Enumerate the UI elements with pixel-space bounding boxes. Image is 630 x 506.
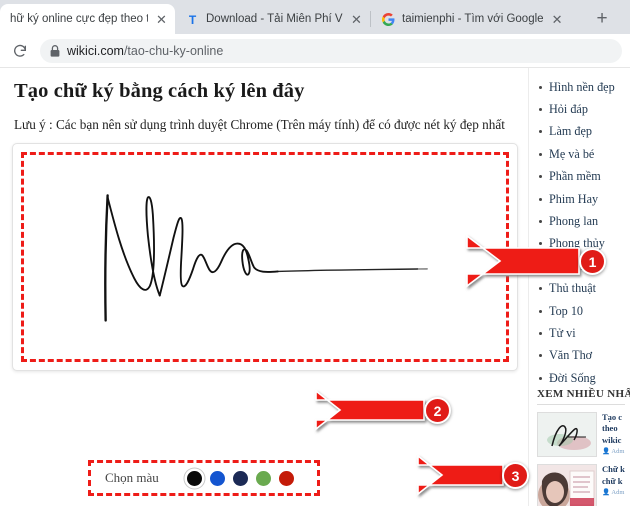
browser-window: hữ ký online cực đẹp theo t ✕ T Download… (0, 0, 630, 506)
sidebar-item-label: Làm đẹp (549, 124, 592, 139)
sidebar-item-label: Mẹ và bé (549, 146, 595, 161)
most-viewed-item[interactable]: Tạo c theo wikic 👤 Adm (537, 412, 630, 457)
most-viewed-section: XEM NHIỀU NHẤT Tạo c theo wikic 👤 Adm Ch… (537, 388, 630, 506)
browser-toolbar: wikici.com/tao-chu-ky-online (0, 34, 630, 68)
bullet-icon (539, 85, 542, 89)
tab-title: taimienphi - Tìm với Google (402, 13, 544, 25)
bullet-icon (539, 108, 542, 112)
color-picker: Chọn màu (91, 463, 317, 493)
sidebar-item-phong-lan[interactable]: Phong lan (539, 210, 630, 232)
sidebar-item-doi-song[interactable]: Đời Sống (539, 367, 630, 389)
color-swatch-red[interactable] (278, 470, 294, 486)
annotation-badge-3: 3 (502, 462, 529, 489)
bullet-icon (539, 175, 542, 179)
sidebar-item-lam-dep[interactable]: Làm đẹp (539, 121, 630, 143)
close-icon[interactable]: ✕ (349, 12, 364, 27)
sidebar-item-label: Hình nền đẹp (549, 79, 615, 94)
page-title: Tạo chữ ký bằng cách ký lên đây (14, 80, 305, 102)
bullet-icon (539, 287, 542, 291)
sidebar-item-label: Phong lan (549, 214, 599, 229)
signature-stroke (104, 194, 428, 322)
sidebar: Hình nền đẹp Hỏi đáp Làm đẹp Mẹ và bé Ph… (528, 68, 630, 506)
bullet-icon (539, 130, 542, 134)
sidebar-item-tu-vi[interactable]: Tử vi (539, 322, 630, 344)
sidebar-item-label: Thủ thuật (549, 281, 597, 296)
user-icon: 👤 (602, 448, 611, 456)
color-swatch-black[interactable] (186, 470, 202, 486)
bullet-icon (539, 152, 542, 156)
sidebar-item-label: Tử vi (549, 325, 576, 340)
article-title: Tạo c theo wikic 👤 Adm (602, 412, 630, 457)
signature-canvas-card (12, 143, 518, 371)
browser-tab-3[interactable]: taimienphi - Tìm với Google ✕ (371, 4, 583, 34)
close-icon[interactable]: ✕ (550, 12, 565, 27)
lock-icon[interactable] (50, 44, 60, 57)
color-picker-region: Chọn màu (88, 460, 320, 496)
annotation-badge-2: 2 (424, 397, 451, 424)
svg-text:T: T (189, 13, 197, 26)
sidebar-item-label: Hỏi đáp (549, 102, 588, 117)
sidebar-item-phan-mem[interactable]: Phần mềm (539, 166, 630, 188)
sidebar-item-label: Top 10 (549, 303, 584, 318)
reload-icon[interactable] (8, 39, 32, 63)
google-g-icon (381, 12, 396, 27)
close-icon[interactable]: ✕ (154, 12, 169, 27)
sidebar-item-van-tho[interactable]: Văn Thơ (539, 345, 630, 367)
sidebar-item-label: Đời Sống (549, 370, 596, 385)
article-author: 👤 Adm (602, 448, 630, 457)
article-thumbnail (537, 464, 597, 506)
sidebar-item-label: Phim Hay (549, 191, 599, 206)
tab-strip: hữ ký online cực đẹp theo t ✕ T Download… (0, 0, 630, 34)
page-note: Lưu ý : Các bạn nên sử dụng trình duyệt … (14, 117, 505, 132)
user-icon: 👤 (602, 489, 611, 497)
bullet-icon (539, 354, 542, 358)
color-picker-label: Chọn màu (105, 470, 159, 485)
sidebar-item-hinh-nen-dep[interactable]: Hình nền đẹp (539, 76, 630, 98)
article-title-text: Tạo c theo wikic (602, 412, 623, 445)
article-thumbnail (537, 412, 597, 457)
browser-tab-2[interactable]: T Download - Tải Miễn Phí VN - Ph ✕ (175, 4, 370, 34)
bullet-icon (539, 309, 542, 313)
bullet-icon (539, 376, 542, 380)
url-host: wikici.com (67, 43, 124, 58)
bullet-icon (539, 220, 542, 224)
color-swatch-blue[interactable] (209, 470, 225, 486)
bullet-icon (539, 197, 542, 201)
url-path: /tao-chu-ky-online (123, 43, 224, 58)
taimienphi-t-icon: T (185, 12, 200, 27)
sidebar-item-me-va-be[interactable]: Mẹ và bé (539, 143, 630, 165)
article-author: 👤 Adm (602, 489, 630, 498)
sidebar-item-label: Phần mềm (549, 169, 601, 184)
sidebar-item-phim-hay[interactable]: Phim Hay (539, 188, 630, 210)
color-swatch-navy[interactable] (232, 470, 248, 486)
url-text: wikici.com/tao-chu-ky-online (67, 44, 223, 58)
most-viewed-title: XEM NHIỀU NHẤT (537, 388, 630, 405)
most-viewed-item[interactable]: Chữ k chữ k 👤 Adm (537, 464, 630, 506)
bullet-icon (539, 242, 542, 246)
bullet-icon (539, 264, 542, 268)
article-title-text: Chữ k chữ k (602, 464, 625, 486)
article-author-text: Adm (611, 448, 625, 456)
sidebar-item-label: Văn Thơ (549, 348, 593, 363)
page-viewport: Tạo chữ ký bằng cách ký lên đây Lưu ý : … (0, 68, 630, 506)
bullet-icon (539, 331, 542, 335)
new-tab-button[interactable]: + (589, 5, 615, 31)
sidebar-item-top-10[interactable]: Top 10 (539, 300, 630, 322)
sidebar-item-thu-thuat[interactable]: Thủ thuật (539, 278, 630, 300)
sidebar-category-list: Hình nền đẹp Hỏi đáp Làm đẹp Mẹ và bé Ph… (529, 76, 630, 389)
main-content: Tạo chữ ký bằng cách ký lên đây Lưu ý : … (0, 68, 528, 506)
signature-canvas[interactable] (21, 152, 509, 362)
color-swatches (186, 470, 294, 486)
browser-tab-1[interactable]: hữ ký online cực đẹp theo t ✕ (0, 4, 175, 34)
tab-title: hữ ký online cực đẹp theo t (10, 13, 148, 25)
article-author-text: Adm (611, 489, 625, 497)
tab-title: Download - Tải Miễn Phí VN - Ph (206, 13, 343, 25)
annotation-badge-1: 1 (579, 248, 606, 275)
address-bar[interactable]: wikici.com/tao-chu-ky-online (40, 38, 622, 63)
article-title: Chữ k chữ k 👤 Adm (602, 464, 630, 506)
sidebar-item-hoi-dap[interactable]: Hỏi đáp (539, 98, 630, 120)
color-swatch-green[interactable] (255, 470, 271, 486)
